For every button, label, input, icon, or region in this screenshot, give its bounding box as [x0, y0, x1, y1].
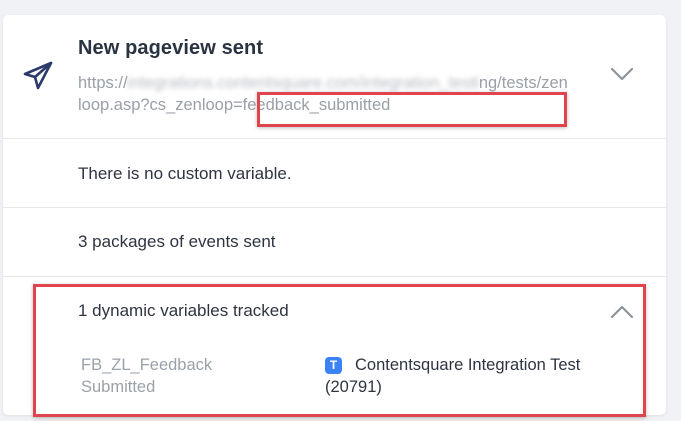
url-prefix: https:// [78, 74, 128, 92]
dynamic-variable-name: FB_ZL_Feedback Submitted [81, 356, 213, 396]
packages-text: 3 packages of events sent [78, 232, 276, 251]
dynamic-variables-section[interactable]: 1 dynamic variables tracked FB_ZL_Feedba… [3, 277, 666, 415]
paper-plane-icon [23, 61, 53, 90]
pageview-header[interactable]: New pageview sent https://integrations.c… [3, 15, 666, 139]
custom-variables-row: There is no custom variable. [3, 139, 666, 208]
dynamic-variable-value: Contentsquare Integration Test (20791) [325, 356, 581, 396]
dynamic-variables-title: 1 dynamic variables tracked [78, 301, 289, 320]
chevron-up-icon[interactable] [610, 304, 634, 320]
url-blurred: integrations.contentsquare.com/integrati… [127, 74, 479, 92]
pageview-title: New pageview sent [78, 37, 264, 59]
packages-row: 3 packages of events sent [3, 208, 666, 277]
pageview-card: New pageview sent https://integrations.c… [3, 15, 666, 415]
custom-variables-text: There is no custom variable. [78, 164, 292, 183]
pageview-url: https://integrations.contentsquare.com/i… [78, 72, 568, 116]
chevron-down-icon[interactable] [610, 66, 634, 82]
